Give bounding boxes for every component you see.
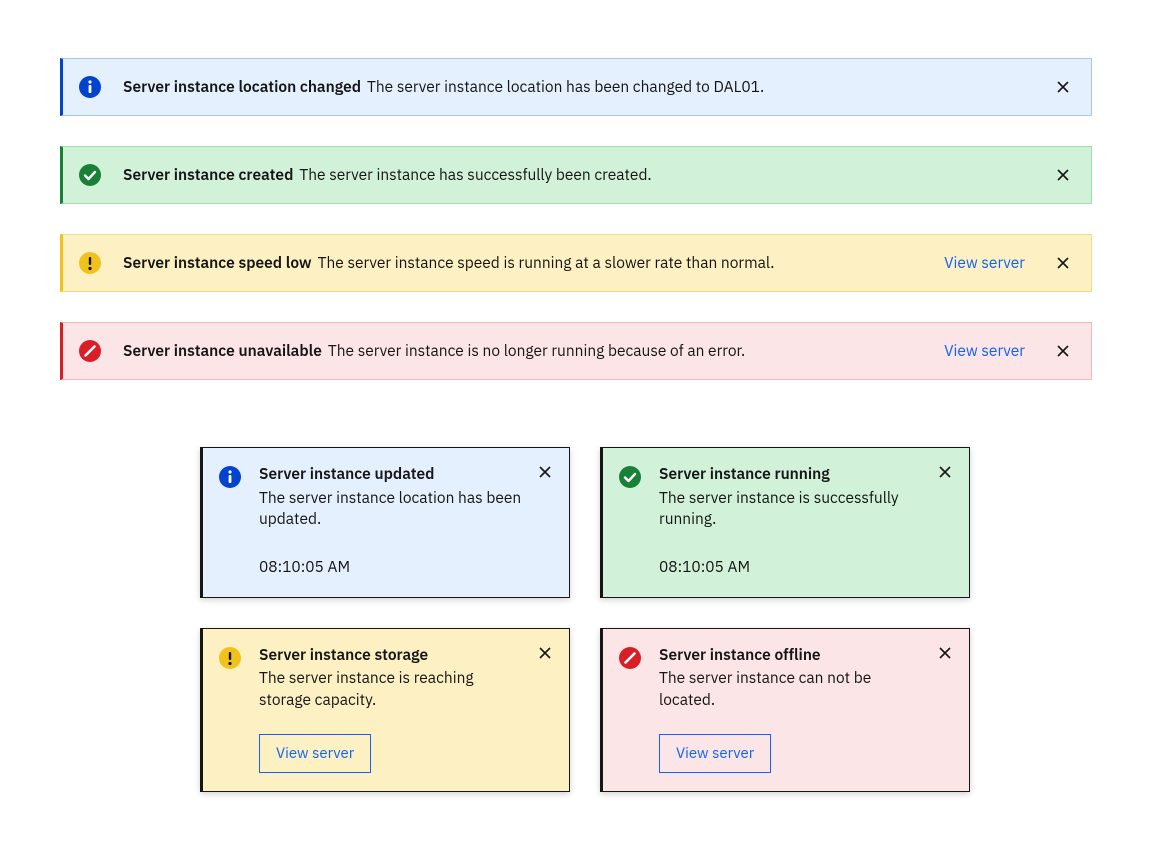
toast-timestamp: 08:10:05 AM [259, 557, 527, 579]
toast-title: Server instance running [659, 464, 927, 486]
notification-message: The server instance location has been ch… [367, 77, 764, 97]
error-icon [79, 340, 101, 362]
toast-title: Server instance storage [259, 645, 527, 667]
toast-title: Server instance offline [659, 645, 927, 667]
toast-notification-info: Server instance updated The server insta… [200, 447, 570, 598]
checkmark-icon [619, 466, 641, 488]
toast-notification-success: Server instance running The server insta… [600, 447, 970, 598]
checkmark-icon [79, 164, 101, 186]
error-icon [619, 647, 641, 669]
close-button[interactable] [535, 462, 555, 482]
toast-notification-warning: Server instance storage The server insta… [200, 628, 570, 792]
toast-message: The server instance can not be located. [659, 668, 927, 711]
toast-message: The server instance location has been up… [259, 488, 527, 531]
inline-notifications: Server instance location changed The serv… [60, 58, 1092, 410]
view-server-button[interactable]: View server [659, 734, 771, 773]
notification-message: The server instance speed is running at … [318, 253, 775, 273]
view-server-link[interactable]: View server [944, 253, 1025, 274]
view-server-button[interactable]: View server [259, 734, 371, 773]
toast-body: Server instance running The server insta… [659, 464, 955, 579]
notification-title: Server instance speed low [123, 253, 312, 273]
inline-notification-info: Server instance location changed The serv… [60, 58, 1092, 116]
notification-title: Server instance unavailable [123, 341, 322, 361]
notification-title: Server instance created [123, 165, 293, 185]
warning-icon [79, 252, 101, 274]
toast-body: Server instance offline The server insta… [659, 645, 955, 773]
notification-message: The server instance is no longer running… [328, 341, 745, 361]
toast-notification-error: Server instance offline The server insta… [600, 628, 970, 792]
close-button[interactable] [1053, 77, 1073, 97]
close-button[interactable] [1053, 341, 1073, 361]
info-icon [79, 76, 101, 98]
toast-actions: View server [659, 734, 927, 773]
notification-text: Server instance unavailable The server in… [123, 341, 944, 362]
toast-title: Server instance updated [259, 464, 527, 486]
notification-text: Server instance location changed The serv… [123, 77, 1053, 98]
close-button[interactable] [935, 462, 955, 482]
toast-body: Server instance updated The server insta… [259, 464, 555, 579]
close-button[interactable] [535, 643, 555, 663]
toast-body: Server instance storage The server insta… [259, 645, 555, 773]
warning-icon [219, 647, 241, 669]
toast-message: The server instance is reaching storage … [259, 668, 527, 711]
toast-actions: View server [259, 734, 527, 773]
notification-text: Server instance speed low The server inst… [123, 253, 944, 274]
inline-notification-error: Server instance unavailable The server in… [60, 322, 1092, 380]
inline-notification-warning: Server instance speed low The server inst… [60, 234, 1092, 292]
toast-timestamp: 08:10:05 AM [659, 557, 927, 579]
toast-message: The server instance is successfully runn… [659, 488, 927, 531]
toast-notifications: Server instance updated The server insta… [200, 447, 960, 792]
close-button[interactable] [935, 643, 955, 663]
inline-notification-success: Server instance created The server instan… [60, 146, 1092, 204]
view-server-link[interactable]: View server [944, 341, 1025, 362]
close-button[interactable] [1053, 253, 1073, 273]
notification-title: Server instance location changed [123, 77, 361, 97]
close-button[interactable] [1053, 165, 1073, 185]
info-icon [219, 466, 241, 488]
notification-message: The server instance has successfully bee… [299, 165, 651, 185]
notification-text: Server instance created The server instan… [123, 165, 1053, 186]
